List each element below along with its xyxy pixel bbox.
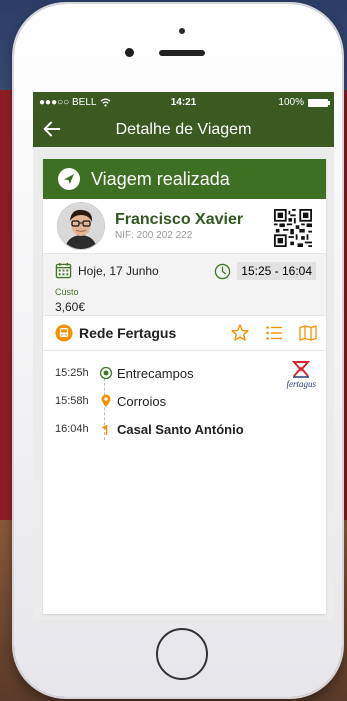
origin-dot-icon [99,366,113,380]
pin-icon [101,394,111,407]
flag-icon [101,425,108,435]
trip-time-range: 15:25 - 16:04 [237,262,316,280]
list-item: 15:58h Corroios [55,387,314,415]
user-info: Francisco Xavier NIF: 200 202 222 [115,211,243,241]
carrier-group: ●●●○○ BELL [39,97,111,108]
status-bar: ●●●○○ BELL 14:21 100% [33,92,334,113]
stop-name: Corroios [117,393,167,409]
trip-status-label: Viagem realizada [91,168,230,189]
user-row: Francisco Xavier NIF: 200 202 222 [43,199,326,254]
calendar-icon [55,262,72,279]
app-bar: Detalhe de Viagem [33,113,334,147]
stop-time: 15:25h [55,367,89,379]
fertagus-logo-icon [292,361,311,378]
app-screen: ●●●○○ BELL 14:21 100% Detalhe de Viagem … [33,92,334,620]
map-icon[interactable] [298,323,318,343]
avatar-portrait [58,203,104,249]
trip-time-start: 15:25 [241,264,272,278]
battery-icon [308,98,330,107]
back-arrow-icon[interactable] [41,118,63,140]
stops-list: 15:25h Entrecampos 15:58h Corroios 16:04… [43,351,326,451]
cost-label: Custo [55,287,79,297]
route-name: Rede Fertagus [79,325,177,341]
battery-percent: 100% [278,97,304,108]
front-camera [125,48,134,57]
stop-name: Entrecampos [117,365,194,381]
stop-time: 16:04h [55,423,89,435]
user-nif: NIF: 200 202 222 [115,230,193,241]
qr-code-icon[interactable] [274,209,312,247]
list-icon[interactable] [264,323,284,343]
page-title: Detalhe de Viagem [115,121,252,138]
user-name: Francisco Xavier [115,211,244,228]
carrier-label: ●●●○○ BELL [39,97,97,108]
list-item: 16:04h Casal Santo António [55,415,314,443]
bus-icon [55,324,73,342]
trip-time-separator: - [271,264,282,278]
wifi-icon [101,98,111,107]
trip-date-label: Hoje, 17 Junho [78,263,159,278]
stop-time: 15:58h [55,395,89,407]
navigation-arrow-icon [58,168,80,190]
operator-name: fertagus [286,379,316,389]
list-item: 15:25h Entrecampos [55,359,314,387]
earpiece-speaker [159,50,205,56]
home-button[interactable] [156,628,208,680]
cost-value: 3,60€ [55,300,86,314]
clock-icon [215,263,231,279]
operator-logo: fertagus [286,359,316,389]
route-row: Rede Fertagus [43,316,326,351]
trip-meta: Hoje, 17 Junho 15:25 - 16:04 Custo 3,60€ [43,254,326,316]
battery-group: 100% [278,97,330,108]
stop-name: Casal Santo António [117,421,244,437]
proximity-sensor [179,28,185,34]
trip-detail-card: Viagem realizada Francisco Xavier NIF: 2… [43,159,326,614]
trip-status-banner: Viagem realizada [43,159,326,199]
route-actions [230,323,318,343]
star-icon[interactable] [230,323,250,343]
trip-time: 15:25 - 16:04 [214,262,316,280]
trip-time-end: 16:04 [281,264,312,278]
avatar [57,202,105,250]
